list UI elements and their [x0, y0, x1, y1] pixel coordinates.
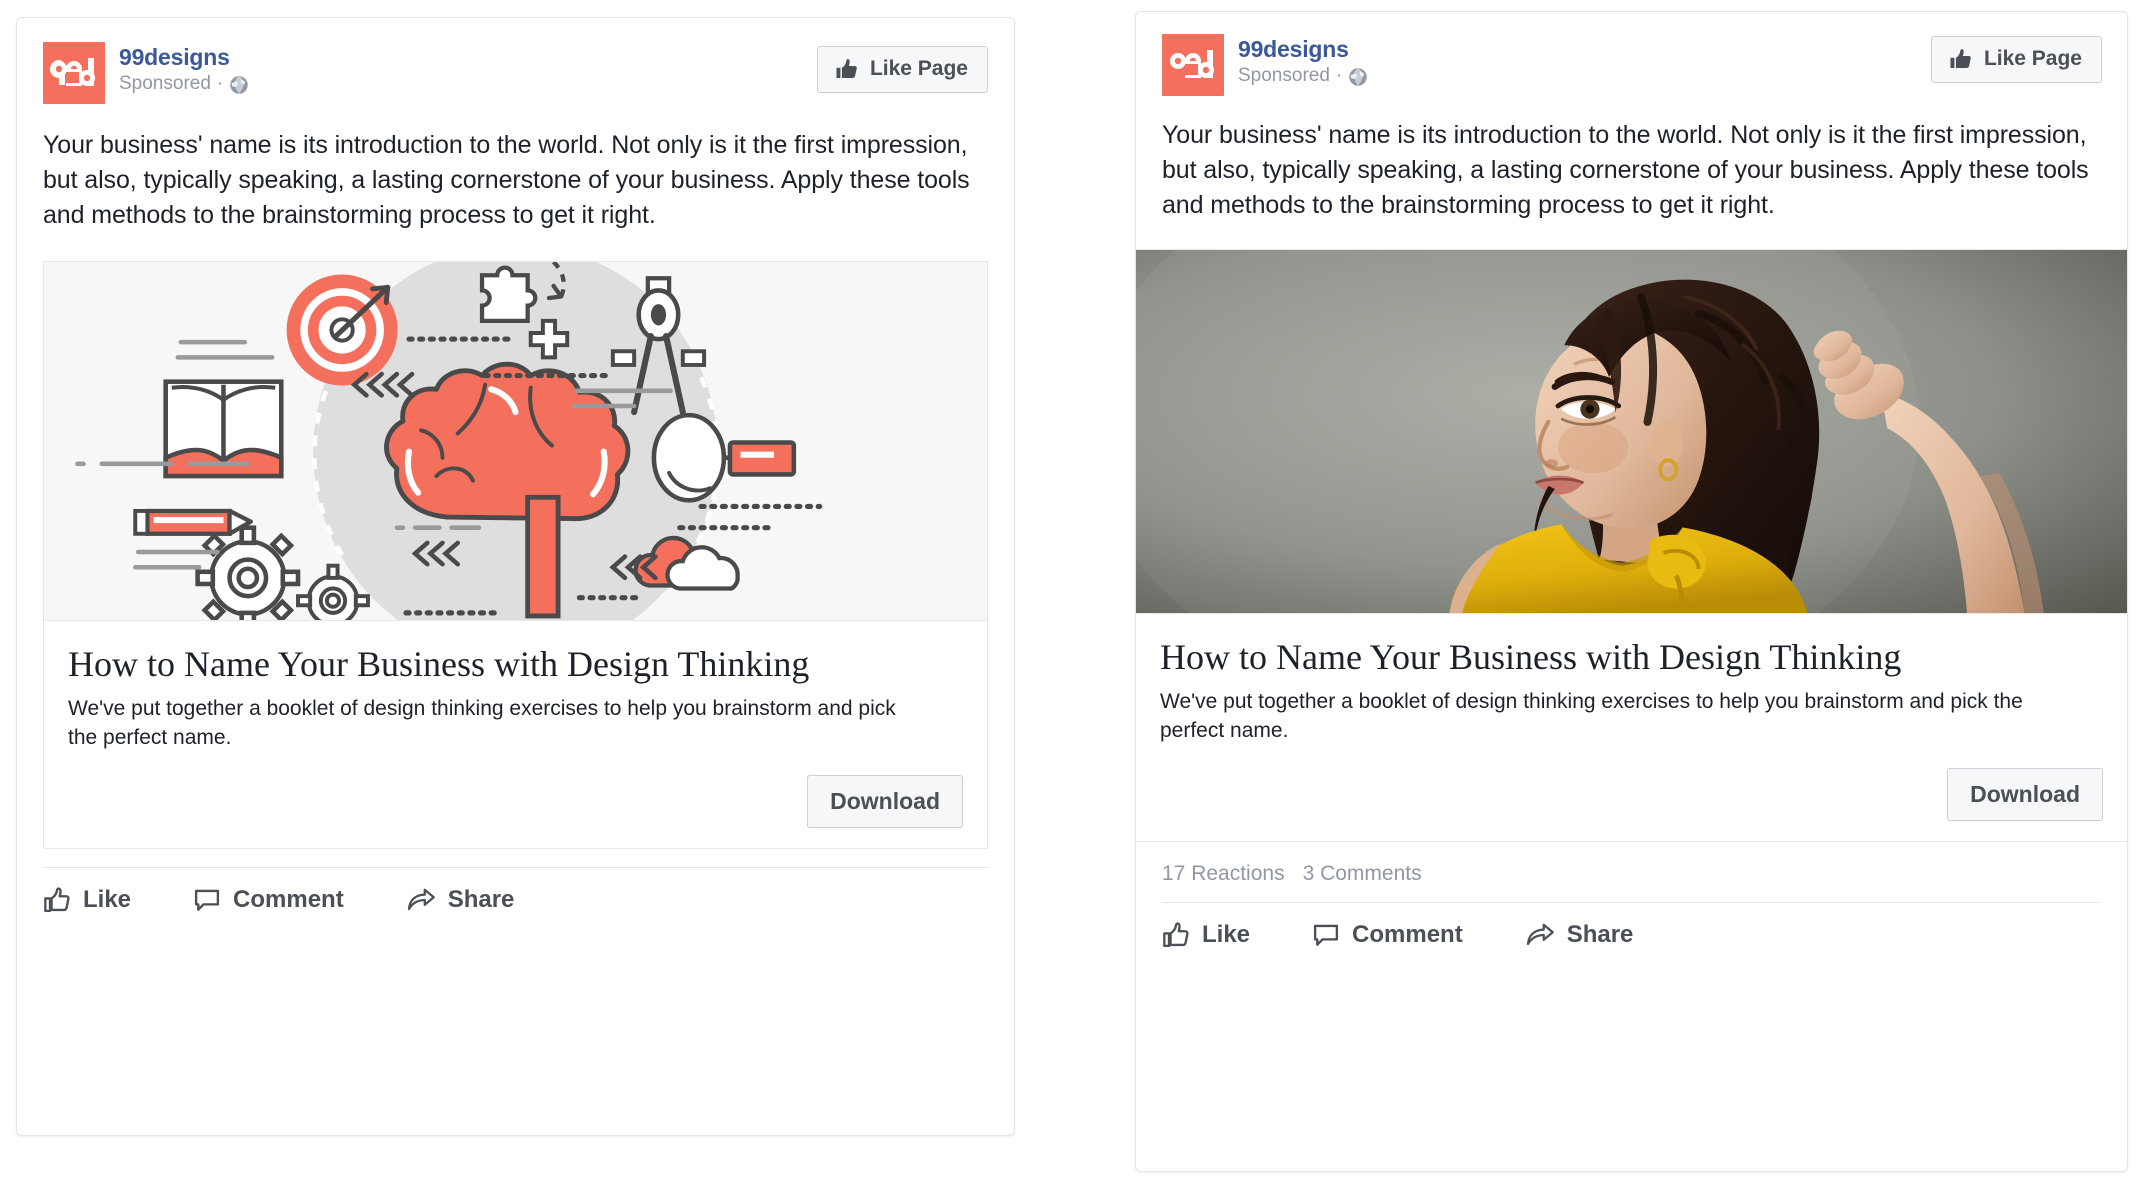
- share-action-button[interactable]: Share: [1525, 921, 1634, 949]
- share-arrow-icon: [1525, 921, 1555, 949]
- link-preview-cta-row: Download: [1160, 768, 2103, 822]
- post-header: 99designs Sponsored · Like Page: [17, 18, 1014, 104]
- like-page-button[interactable]: Like Page: [1930, 36, 2102, 83]
- sponsored-row: Sponsored ·: [1238, 65, 1368, 88]
- like-page-label: Like Page: [869, 57, 968, 80]
- post-body-text: Your business' name is its introduction …: [1162, 121, 2089, 219]
- globe-icon: [1348, 67, 1368, 87]
- link-preview-description: We've put together a booklet of design t…: [1160, 690, 2023, 743]
- like-action-label: Like: [1202, 921, 1251, 949]
- facebook-ad-card-right: 99designs Sponsored · Like Page Your bus…: [1135, 11, 2128, 1172]
- sponsored-label[interactable]: Sponsored: [1238, 65, 1330, 88]
- share-action-label: Share: [1566, 921, 1634, 949]
- share-action-label: Share: [447, 886, 515, 914]
- page-avatar[interactable]: [43, 42, 105, 104]
- page-name-link[interactable]: 99designs: [119, 44, 249, 70]
- download-button[interactable]: Download: [807, 775, 963, 829]
- speech-bubble-icon: [1312, 921, 1340, 949]
- sponsored-label[interactable]: Sponsored: [119, 73, 211, 96]
- link-preview-title: How to Name Your Business with Design Th…: [68, 644, 810, 684]
- link-preview-title: How to Name Your Business with Design Th…: [1160, 637, 1902, 677]
- thumbs-up-outline-icon: [43, 886, 71, 914]
- reactions-row: 17 Reactions 3 Comments: [1136, 842, 2127, 886]
- post-media-illustration[interactable]: [43, 261, 988, 620]
- link-preview-description: We've put together a booklet of design t…: [68, 697, 896, 750]
- share-action-button[interactable]: Share: [406, 886, 515, 914]
- like-page-label: Like Page: [1983, 47, 2082, 70]
- screenshot-stage: 99designs Sponsored · Like Page Your bus…: [0, 0, 2146, 1184]
- page-avatar[interactable]: [1162, 34, 1224, 96]
- comment-action-button[interactable]: Comment: [193, 886, 344, 914]
- comment-action-label: Comment: [1352, 921, 1463, 949]
- thumbs-up-solid-icon: [835, 57, 859, 81]
- post-header-meta: 99designs Sponsored ·: [1238, 34, 1368, 88]
- like-action-label: Like: [83, 886, 132, 914]
- post-body-text: Your business' name is its introduction …: [43, 131, 970, 229]
- post-header-meta: 99designs Sponsored ·: [119, 42, 249, 96]
- like-action-button[interactable]: Like: [43, 886, 131, 914]
- sponsored-row: Sponsored ·: [119, 73, 249, 96]
- meta-separator: ·: [216, 73, 224, 95]
- meta-separator: ·: [1335, 65, 1343, 87]
- post-header: 99designs Sponsored · Like Page: [1136, 12, 2127, 96]
- comment-action-button[interactable]: Comment: [1312, 921, 1463, 949]
- download-button[interactable]: Download: [1947, 768, 2103, 822]
- thumbs-up-outline-icon: [1162, 921, 1190, 949]
- link-preview-card[interactable]: How to Name Your Business with Design Th…: [1136, 613, 2127, 843]
- action-bar: Like Comment Share: [1136, 903, 2127, 949]
- facebook-ad-card-left: 99designs Sponsored · Like Page Your bus…: [16, 17, 1015, 1136]
- link-preview-cta-row: Download: [68, 775, 963, 829]
- like-page-button[interactable]: Like Page: [816, 46, 988, 93]
- link-preview-card[interactable]: How to Name Your Business with Design Th…: [43, 620, 988, 850]
- reactions-count[interactable]: 17 Reactions: [1162, 862, 1285, 886]
- comment-action-label: Comment: [233, 886, 344, 914]
- thumbs-up-solid-icon: [1949, 47, 1973, 71]
- post-media-photo[interactable]: [1136, 249, 2127, 613]
- like-action-button[interactable]: Like: [1162, 921, 1250, 949]
- share-arrow-icon: [406, 886, 436, 914]
- page-name-link[interactable]: 99designs: [1238, 36, 1368, 62]
- comments-count[interactable]: 3 Comments: [1303, 862, 1422, 886]
- speech-bubble-icon: [193, 886, 221, 914]
- globe-icon: [229, 75, 249, 95]
- action-bar: Like Comment Share: [17, 868, 1014, 914]
